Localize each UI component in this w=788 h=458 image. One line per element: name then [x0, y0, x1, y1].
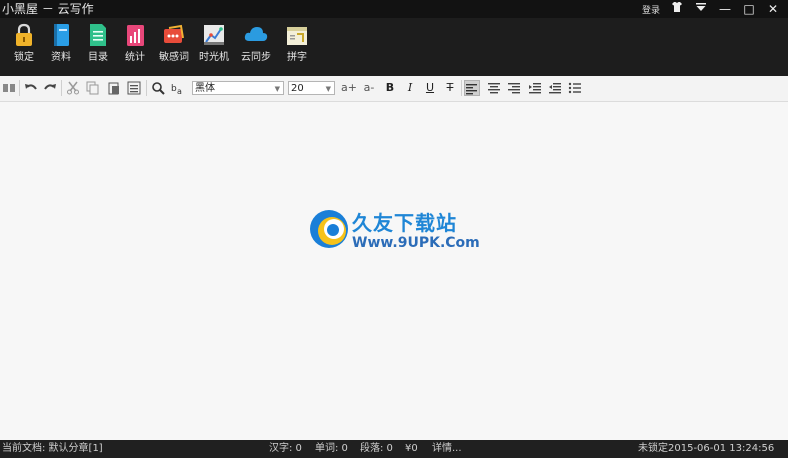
status-bar: 当前文档: 默认分章[1] 汉字: 0 单词: 0 段落: 0 ¥0 详情...…: [0, 440, 788, 458]
shirt-icon[interactable]: [668, 1, 686, 17]
font-size-value: 20: [291, 83, 304, 94]
time-machine-label: 时光机: [199, 52, 229, 63]
cut-icon[interactable]: [65, 80, 81, 96]
bold-button[interactable]: B: [382, 80, 398, 96]
spell-button[interactable]: 拼字: [279, 22, 315, 72]
cloud-icon: [244, 27, 268, 41]
catalog-label: 目录: [88, 52, 108, 63]
svg-text:a: a: [177, 87, 182, 95]
align-center-icon[interactable]: [486, 80, 502, 96]
copy-icon[interactable]: [85, 80, 101, 96]
current-document[interactable]: 当前文档: 默认分章[1]: [2, 440, 103, 458]
chart-icon: [127, 25, 144, 46]
watermark-title: 久友下载站: [352, 211, 457, 235]
bullet-list-icon[interactable]: [567, 80, 583, 96]
material-button[interactable]: 资料: [43, 22, 79, 72]
material-label: 资料: [51, 52, 71, 63]
toolbar-divider: [146, 80, 147, 96]
paste-icon[interactable]: [106, 80, 122, 96]
spell-label: 拼字: [287, 52, 307, 63]
search-icon[interactable]: [150, 80, 166, 96]
font-decrease-button[interactable]: a-: [361, 80, 377, 96]
datetime: 2015-06-01 13:24:56: [668, 443, 775, 454]
title-bar: 小黑屋 － 云写作 登录 — □ ✕: [0, 0, 788, 18]
cloud-sync-button[interactable]: 云同步: [238, 22, 274, 72]
watermark: 久友下载站 Www.9UPK.Com: [308, 205, 488, 261]
font-size-select[interactable]: 20 ▼: [288, 81, 335, 95]
menu-arrow-icon[interactable]: [692, 1, 710, 17]
format-toolbar: ba 黑体 ▼ 20 ▼ a+ a- B I U T: [0, 76, 788, 102]
sensitive-word-button[interactable]: 敏感词: [156, 22, 192, 72]
toolbar-divider: [461, 80, 462, 96]
window-title: 小黑屋 － 云写作: [2, 2, 94, 16]
select-all-icon[interactable]: [126, 80, 142, 96]
time-machine-icon: [204, 25, 224, 45]
toolbar-divider: [19, 80, 20, 96]
undo-icon[interactable]: [23, 80, 39, 96]
watermark-url: Www.9UPK.Com: [352, 235, 480, 251]
word-count: 单词: 0: [315, 443, 348, 454]
time-machine-button[interactable]: 时光机: [196, 22, 232, 72]
maximize-button[interactable]: □: [740, 1, 758, 17]
replace-icon[interactable]: ba: [170, 80, 186, 96]
align-right-icon[interactable]: [506, 80, 522, 96]
paragraph-count: 段落: 0: [360, 443, 393, 454]
font-family-value: 黑体: [195, 83, 215, 94]
spell-icon: [287, 27, 307, 45]
italic-button[interactable]: I: [402, 80, 418, 96]
hanzi-count: 汉字: 0: [269, 443, 302, 454]
detail-link[interactable]: 详情...: [432, 440, 462, 458]
close-button[interactable]: ✕: [764, 1, 782, 17]
statistics-button[interactable]: 统计: [117, 22, 153, 72]
statistics-label: 统计: [125, 52, 145, 63]
main-toolbar: 锁定 资料 目录 统计 敏感词 时光机 云同步 拼字: [0, 18, 788, 76]
align-left-icon[interactable]: [464, 80, 480, 96]
chevron-down-icon: ▼: [274, 85, 280, 93]
book-icon: [54, 24, 69, 46]
lock-state: 未锁定: [638, 443, 668, 454]
lock-button[interactable]: 锁定: [6, 22, 42, 72]
indent-icon[interactable]: [527, 80, 543, 96]
underline-button[interactable]: U: [422, 80, 438, 96]
minimize-button[interactable]: —: [716, 1, 734, 17]
money-value: ¥0: [405, 443, 418, 454]
editor-area[interactable]: 久友下载站 Www.9UPK.Com: [0, 102, 788, 440]
chevron-down-icon: ▼: [325, 85, 331, 93]
strikethrough-button[interactable]: T: [442, 80, 458, 96]
redo-icon[interactable]: [42, 80, 58, 96]
layout-toggle-icon[interactable]: [1, 80, 17, 96]
toolbar-divider: [61, 80, 62, 96]
lock-label: 锁定: [14, 52, 34, 63]
catalog-icon: [90, 24, 106, 46]
cloud-sync-label: 云同步: [241, 52, 271, 63]
sensitive-word-icon: [164, 24, 184, 43]
font-increase-button[interactable]: a+: [341, 80, 357, 96]
outdent-icon[interactable]: [547, 80, 563, 96]
login-link[interactable]: 登录: [642, 3, 660, 16]
sensitive-word-label: 敏感词: [159, 52, 189, 63]
catalog-button[interactable]: 目录: [80, 22, 116, 72]
font-family-select[interactable]: 黑体 ▼: [192, 81, 284, 95]
lock-icon: [16, 23, 32, 46]
app-window: 小黑屋 － 云写作 登录 — □ ✕ 锁定 资料 目录 统计 敏感词 时光机 云…: [0, 0, 788, 458]
watermark-logo-icon: [310, 210, 348, 248]
